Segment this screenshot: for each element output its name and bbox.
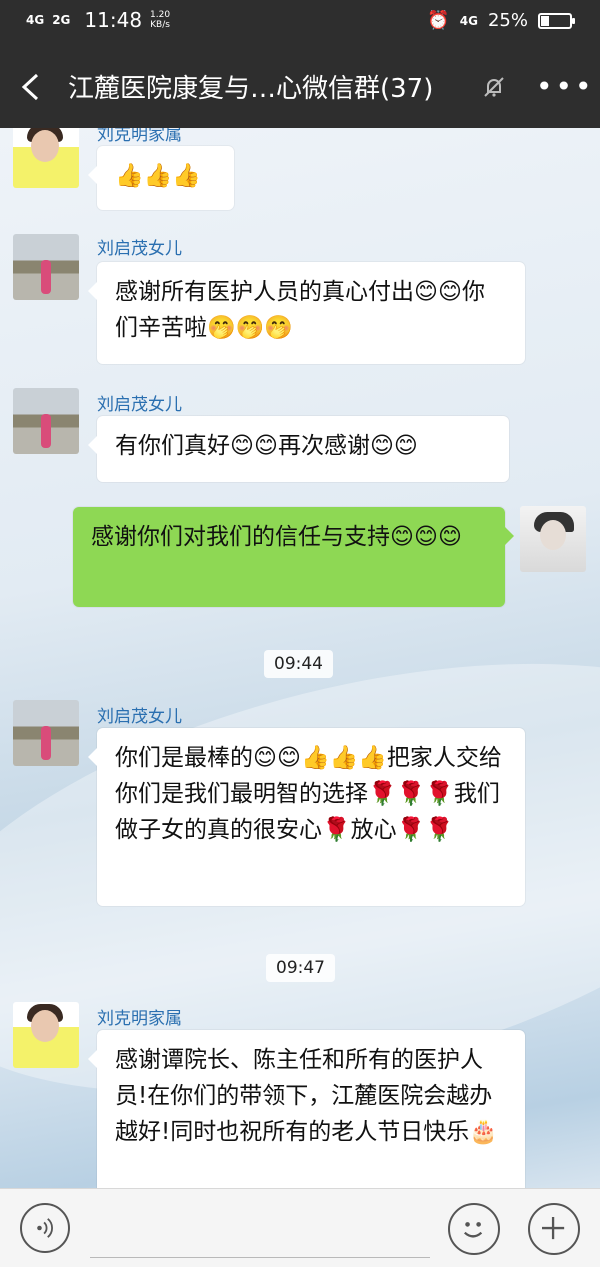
time-divider: 09:44 [264, 650, 333, 678]
status-left: 4G 2G 11:48 1.20 KB/s [26, 8, 170, 32]
message-bubble[interactable]: 有你们真好😊😊再次感谢😊😊 [88, 416, 509, 482]
emoji-icon[interactable] [448, 1203, 500, 1255]
sender-name: 刘启茂女儿 [97, 707, 182, 727]
title-bar: 江麓医院康复与…心微信群(37) ••• [0, 48, 600, 128]
avatar[interactable] [13, 128, 79, 188]
network-indicator-3: 4G [459, 13, 478, 28]
network-indicator-2: 2G [52, 13, 71, 27]
mute-icon [484, 77, 504, 97]
network-speed-unit: KB/s [150, 20, 170, 30]
message-text: 你们是最棒的😊😊👍👍👍把家人交给你们是我们最明智的选择🌹🌹🌹我们做子女的真的很安… [115, 745, 502, 843]
sender-name: 刘启茂女儿 [97, 395, 182, 415]
message-bubble[interactable]: 你们是最棒的😊😊👍👍👍把家人交给你们是我们最明智的选择🌹🌹🌹我们做子女的真的很安… [88, 728, 525, 906]
battery-percent: 25% [487, 10, 528, 31]
network-speed: 1.20 KB/s [150, 10, 170, 30]
network-speed-value: 1.20 [150, 10, 171, 20]
sender-name: 刘克明家属 [97, 128, 182, 145]
battery-level [541, 15, 549, 26]
back-icon[interactable] [20, 72, 40, 102]
sender-name: 刘启茂女儿 [97, 239, 182, 259]
avatar[interactable] [13, 1002, 79, 1068]
my-avatar[interactable] [520, 506, 586, 572]
plus-icon[interactable] [528, 1203, 580, 1255]
my-message-bubble[interactable]: 感谢你们对我们的信任与支持😊😊😊 [73, 507, 514, 607]
more-icon[interactable]: ••• [536, 70, 595, 103]
message-bubble[interactable]: 👍👍👍 [88, 146, 234, 210]
clock: 11:48 [84, 8, 143, 32]
chat-title: 江麓医院康复与…心微信群(37) [68, 74, 434, 104]
avatar[interactable] [13, 388, 79, 454]
battery-icon [538, 12, 575, 29]
network-indicator-1: 4G [26, 13, 45, 27]
voice-icon[interactable] [20, 1203, 70, 1253]
avatar[interactable] [13, 700, 79, 766]
avatar[interactable] [13, 234, 79, 300]
chat-area[interactable]: 刘克明家属 👍👍👍 刘启茂女儿 感谢所有医护人员的真心付出😊😊你们辛苦啦🤭🤭🤭 … [0, 128, 600, 1188]
message-input[interactable] [90, 1201, 430, 1258]
message-text: 感谢谭院长、陈主任和所有的医护人员!在你们的带领下，江麓医院会越办越好!同时也祝… [115, 1047, 498, 1145]
time-divider: 09:47 [266, 954, 335, 982]
message-bubble[interactable]: 感谢谭院长、陈主任和所有的医护人员!在你们的带领下，江麓医院会越办越好!同时也祝… [88, 1030, 525, 1188]
message-text: 感谢所有医护人员的真心付出😊😊你们辛苦啦🤭🤭🤭 [115, 279, 485, 341]
status-bar: 4G 2G 11:48 1.20 KB/s ⏰ 4G 25% [0, 0, 600, 48]
input-bar [0, 1188, 600, 1267]
message-text: 👍👍👍 [115, 163, 201, 189]
message-text: 有你们真好😊😊再次感谢😊😊 [115, 433, 418, 459]
message-text: 感谢你们对我们的信任与支持😊😊😊 [91, 524, 462, 550]
status-right: ⏰ 4G 25% [427, 10, 575, 31]
message-bubble[interactable]: 感谢所有医护人员的真心付出😊😊你们辛苦啦🤭🤭🤭 [88, 262, 525, 364]
sender-name: 刘克明家属 [97, 1009, 182, 1029]
alarm-icon: ⏰ [427, 10, 450, 31]
